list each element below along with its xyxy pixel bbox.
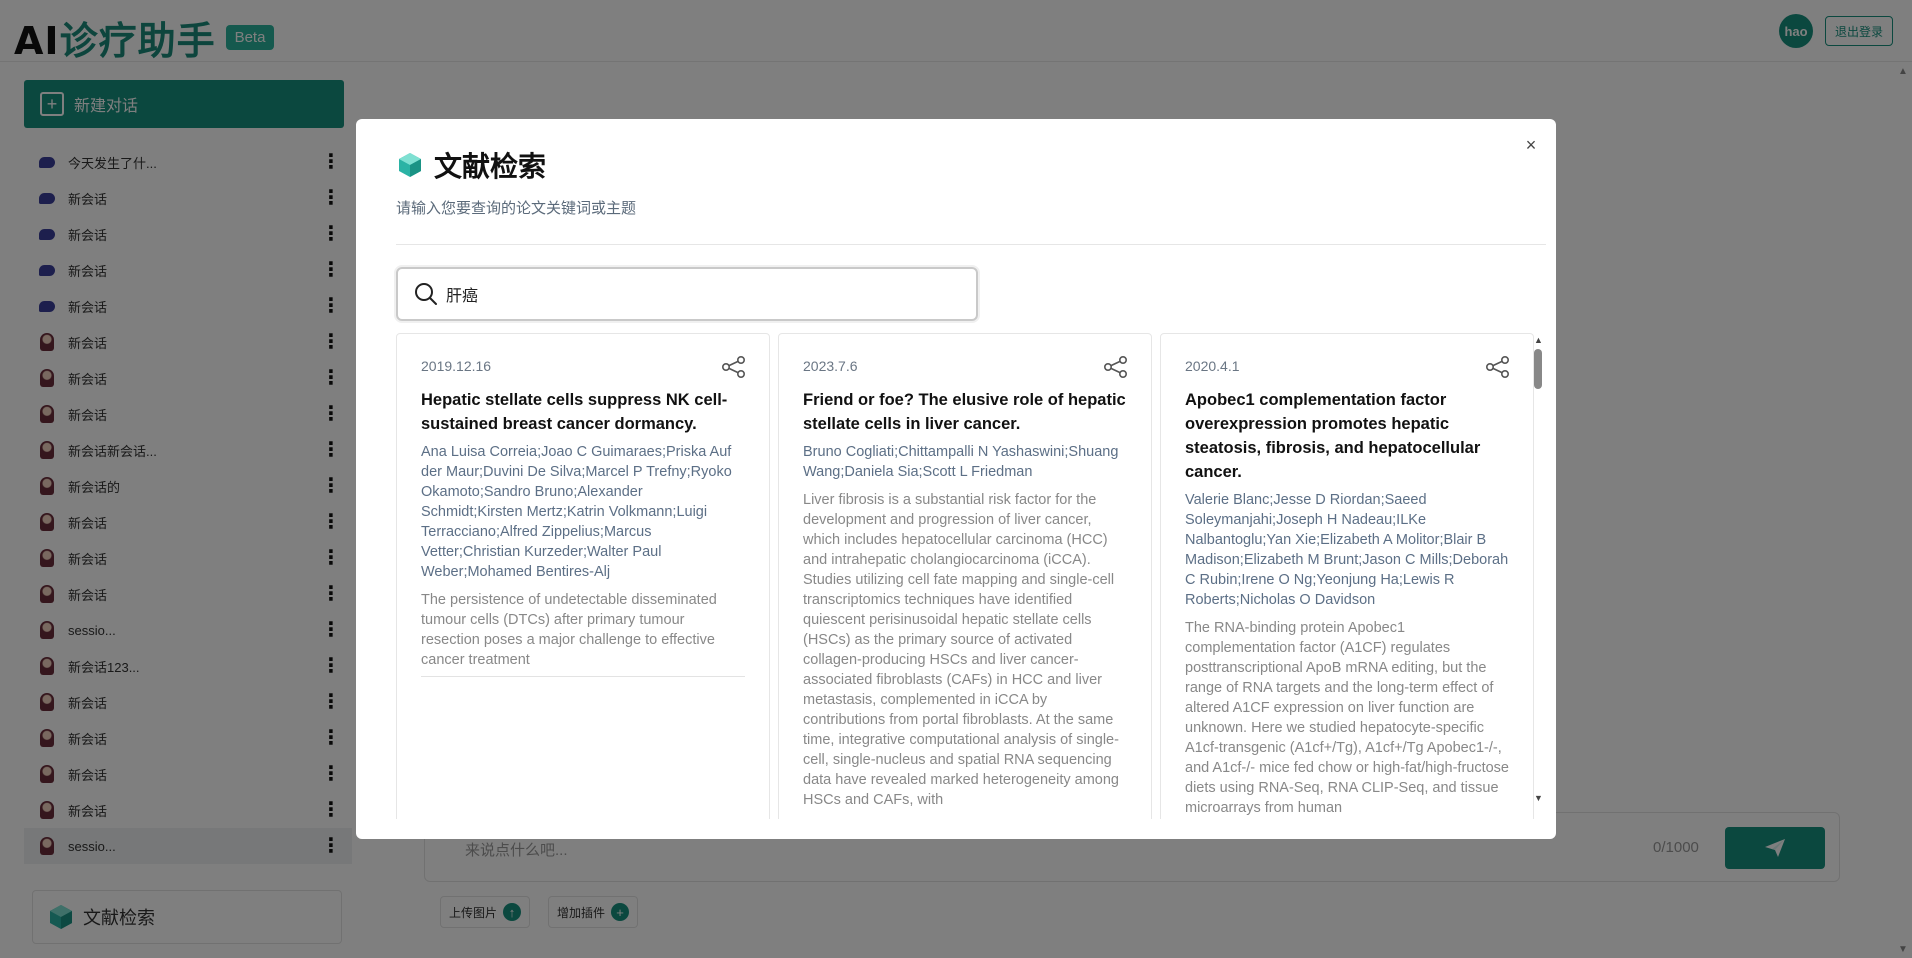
paper-title[interactable]: Apobec1 complementation factor overexpre… (1185, 388, 1509, 484)
literature-search-modal: × 文献检索 请输入您要查询的论文关键词或主题 2019.12.16 Hepati… (356, 119, 1556, 839)
share-icon[interactable] (721, 356, 747, 378)
results-grid: 2019.12.16 Hepatic stellate cells suppres… (396, 333, 1536, 819)
divider (396, 244, 1546, 245)
paper-abstract: Liver fibrosis is a substantial risk fac… (803, 492, 1119, 808)
modal-header: 文献检索 (396, 145, 546, 185)
search-box[interactable] (396, 267, 978, 321)
modal-subtitle: 请输入您要查询的论文关键词或主题 (396, 200, 637, 217)
paper-date: 2020.4.1 (1185, 358, 1240, 374)
search-input[interactable] (446, 284, 926, 304)
paper-authors: Valerie Blanc;Jesse D Riordan;Saeed Sole… (1185, 492, 1509, 608)
share-icon[interactable] (1485, 356, 1511, 378)
divider (421, 676, 745, 677)
paper-title[interactable]: Hepatic stellate cells suppress NK cell-… (421, 388, 745, 436)
paper-card[interactable]: 2023.7.6 Friend or foe? The elusive role … (778, 333, 1152, 819)
modal-title: 文献检索 (434, 150, 547, 183)
paper-date: 2019.12.16 (421, 358, 492, 374)
search-icon (415, 283, 437, 305)
paper-card[interactable]: 2020.4.1 Apobec1 complementation factor o… (1160, 333, 1534, 819)
close-icon[interactable]: × (1521, 135, 1541, 155)
paper-date: 2023.7.6 (803, 358, 858, 374)
paper-card[interactable]: 2019.12.16 Hepatic stellate cells suppres… (396, 333, 770, 819)
hexagon-cube-icon (399, 153, 421, 177)
paper-authors: Bruno Cogliati;Chittampalli N Yashaswini… (803, 444, 1119, 480)
scroll-down-icon[interactable]: ▼ (1534, 793, 1543, 803)
paper-title[interactable]: Friend or foe? The elusive role of hepat… (803, 388, 1127, 436)
share-icon[interactable] (1103, 356, 1129, 378)
paper-authors: Ana Luisa Correia;Joao C Guimaraes;Prisk… (421, 444, 732, 580)
paper-abstract: The RNA-binding protein Apobec1 compleme… (1185, 620, 1509, 816)
scrollbar-thumb[interactable] (1534, 349, 1542, 389)
results-scrollbar[interactable]: ▲ ▼ (1532, 335, 1544, 805)
paper-abstract: The persistence of undetectable dissemin… (421, 592, 717, 668)
scroll-up-icon[interactable]: ▲ (1534, 335, 1543, 345)
